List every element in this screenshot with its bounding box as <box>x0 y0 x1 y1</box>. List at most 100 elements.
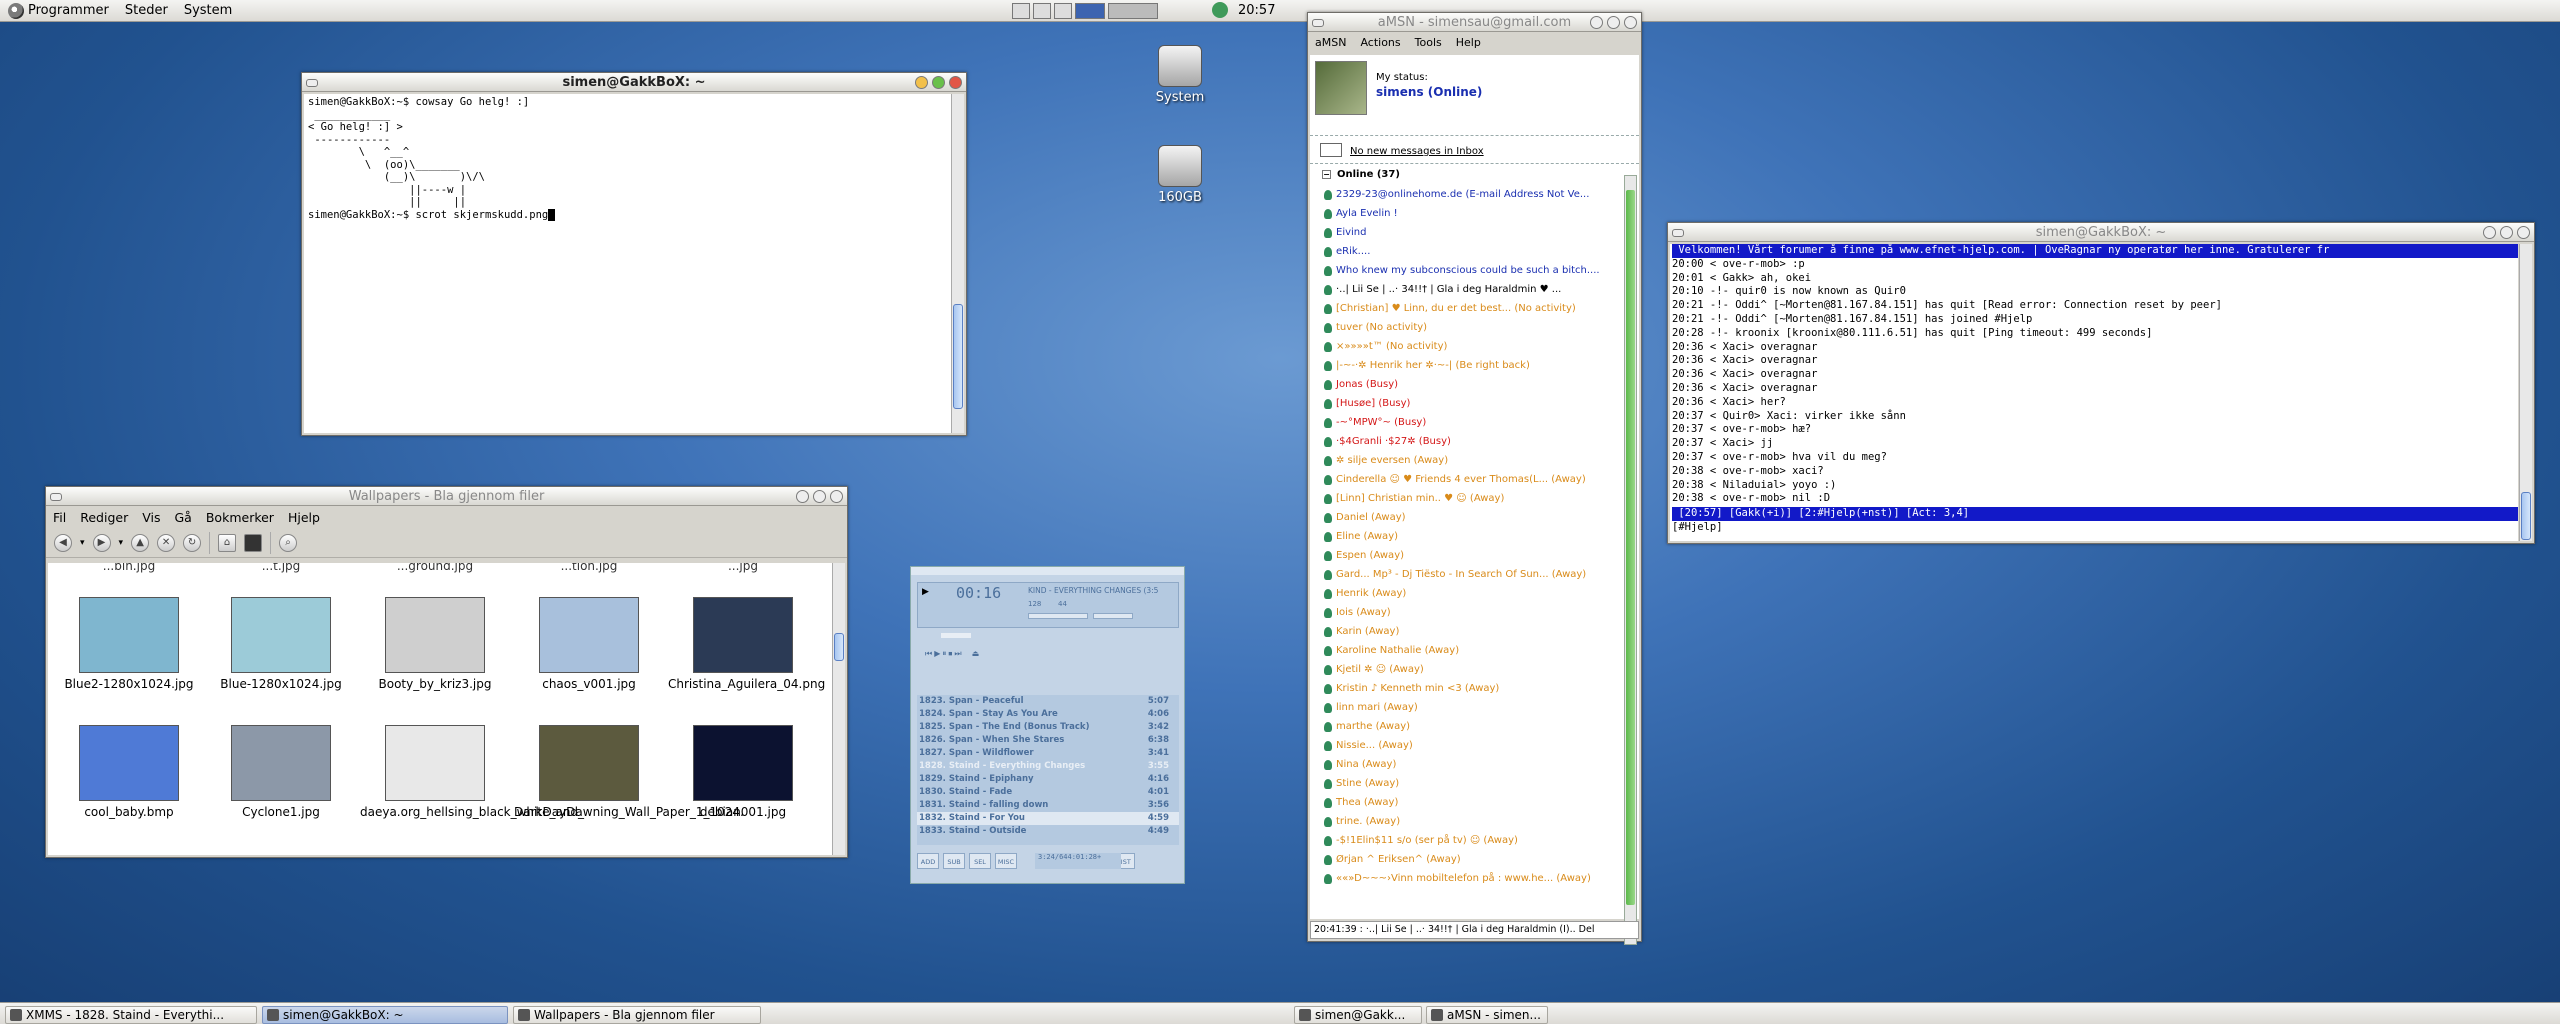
playlist-row[interactable]: 1827. Span - Wildflower 3:41 <box>917 747 1179 760</box>
contact-item[interactable]: Nissie... (Away) <box>1318 736 1624 755</box>
terminal-titlebar[interactable]: simen@GakkBoX: ~ <box>302 73 966 92</box>
seek-slider[interactable] <box>941 633 971 638</box>
playlist-row[interactable]: 1833. Staind - Outside 4:49 <box>917 825 1179 838</box>
contact-list[interactable]: 2329-23@onlinehome.de (E-mail Address No… <box>1318 185 1624 947</box>
file-view-scrollbar[interactable] <box>832 563 845 855</box>
playlist-row[interactable]: 1823. Span - Peaceful 5:07 <box>917 695 1179 708</box>
playlist-row[interactable]: 1825. Span - The End (Bonus Track) 3:42 <box>917 721 1179 734</box>
contact-item[interactable]: ✲ silje eversen (Away) <box>1318 451 1624 470</box>
window-menu-button[interactable] <box>50 493 62 501</box>
menu-bookmarks[interactable]: Bokmerker <box>199 510 281 525</box>
menu-edit[interactable]: Rediger <box>73 510 135 525</box>
contact-item[interactable]: Karoline Nathalie (Away) <box>1318 641 1624 660</box>
file-item[interactable]: Christina_Aguilera_04.png <box>668 597 825 691</box>
contact-item[interactable]: Thea (Away) <box>1318 793 1624 812</box>
contact-item[interactable]: eRik.... <box>1318 242 1624 261</box>
stop-icon[interactable]: ⏹ <box>948 649 952 659</box>
maximize-button[interactable] <box>2500 226 2513 239</box>
computer-icon[interactable] <box>244 533 263 552</box>
menu-amsn[interactable]: aMSN <box>1308 36 1353 49</box>
play-icon[interactable]: ▶ <box>934 649 940 659</box>
contact-item[interactable]: Gard... Mp³ - Dj Tiësto - In Search Of S… <box>1318 565 1624 584</box>
system-menu[interactable]: System <box>176 3 240 18</box>
scrollbar-thumb[interactable] <box>834 633 844 661</box>
playlist-sel-button[interactable]: SEL <box>969 853 991 869</box>
playlist-row[interactable]: 1826. Span - When She Stares 6:38 <box>917 734 1179 747</box>
irc-scrollbar[interactable] <box>2519 244 2532 541</box>
taskbar-button[interactable]: simen@GakkBoX: ~ <box>262 1006 508 1024</box>
file-item[interactable]: debian001.jpg <box>668 725 818 819</box>
menu-file[interactable]: Fil <box>46 510 73 525</box>
close-button[interactable] <box>830 490 843 503</box>
search-icon[interactable]: ⌕ <box>279 533 298 552</box>
contact-item[interactable]: Henrik (Away) <box>1318 584 1624 603</box>
close-button[interactable] <box>949 76 962 89</box>
terminal-scrollbar[interactable] <box>951 94 964 433</box>
scrollbar-thumb[interactable] <box>953 304 963 409</box>
up-icon[interactable]: ▲ <box>131 533 150 552</box>
contact-item[interactable]: [Linn] Christian min.. ♥ ☺ (Away) <box>1318 489 1624 508</box>
avatar[interactable] <box>1315 61 1367 115</box>
contact-item[interactable]: |-~-·✲ Henrik her ✲·~-| (Be right back) <box>1318 356 1624 375</box>
desktop-icon-system[interactable]: System <box>1145 45 1215 105</box>
menu-help[interactable]: Hjelp <box>281 510 327 525</box>
reload-icon[interactable]: ↻ <box>183 533 202 552</box>
minimize-button[interactable] <box>2483 226 2496 239</box>
playlist-row[interactable]: 1829. Staind - Epiphany 4:16 <box>917 773 1179 786</box>
window-menu-button[interactable] <box>1672 229 1684 237</box>
contact-item[interactable]: Who knew my subconscious could be such a… <box>1318 261 1624 280</box>
window-menu-button[interactable] <box>306 79 318 87</box>
contact-item[interactable]: [Husøe] (Busy) <box>1318 394 1624 413</box>
file-item[interactable]: Blue2-1280x1024.jpg <box>54 597 204 691</box>
close-button[interactable] <box>1624 16 1637 29</box>
contact-item[interactable]: Daniel (Away) <box>1318 508 1624 527</box>
pause-icon[interactable]: ⏸ <box>942 649 946 659</box>
file-icon-view[interactable]: ...bin.jpg ...t.jpg ...ground.jpg ...tion.j… <box>48 563 845 855</box>
file-item[interactable]: cool_baby.bmp <box>54 725 204 819</box>
menu-view[interactable]: Vis <box>135 510 167 525</box>
file-manager-titlebar[interactable]: Wallpapers - Bla gjennom filer <box>46 487 847 506</box>
contact-item[interactable]: ×»»»»t™ (No activity) <box>1318 337 1624 356</box>
scrollbar-thumb[interactable] <box>2521 492 2531 540</box>
contact-item[interactable]: Karin (Away) <box>1318 622 1624 641</box>
menu-help[interactable]: Help <box>1449 36 1488 49</box>
file-item[interactable]: Cyclone1.jpg <box>206 725 356 819</box>
contact-item[interactable]: Espen (Away) <box>1318 546 1624 565</box>
monitor-icon[interactable] <box>1012 3 1030 19</box>
contact-item[interactable]: Kjetil ✲ ☺ (Away) <box>1318 660 1624 679</box>
contact-item[interactable]: linn mari (Away) <box>1318 698 1624 717</box>
contact-item[interactable]: Ørjan ^ Eriksen^ (Away) <box>1318 850 1624 869</box>
workspace-switcher[interactable] <box>1108 3 1158 19</box>
contact-item[interactable]: -~°MPW°~ (Busy) <box>1318 413 1624 432</box>
contact-item[interactable]: Eivind <box>1318 223 1624 242</box>
scrollbar-thumb[interactable] <box>1626 190 1635 905</box>
desktop-icon-160gb[interactable]: 160GB <box>1145 145 1215 205</box>
taskbar-button[interactable]: simen@Gakk... <box>1294 1006 1422 1024</box>
eject-icon[interactable]: ⏏ <box>972 649 980 659</box>
home-icon[interactable]: ⌂ <box>218 533 237 552</box>
taskbar-button[interactable]: Wallpapers - Bla gjennom filer <box>513 1006 761 1024</box>
balance-slider[interactable] <box>1093 613 1133 619</box>
playlist[interactable]: 1823. Span - Peaceful 5:07 1824. Span - St… <box>917 695 1179 845</box>
terminal-output[interactable]: simen@GakkBoX:~$ cowsay Go helg! :] ____… <box>304 94 964 433</box>
irc-input-line[interactable]: [#Hjelp] <box>1672 521 2518 535</box>
maximize-button[interactable] <box>932 76 945 89</box>
volume-icon[interactable] <box>1054 3 1072 19</box>
forward-icon[interactable]: ▶ <box>92 533 111 552</box>
status-value[interactable]: simens (Online) <box>1376 85 1482 99</box>
forward-history-arrow-icon[interactable]: ▾ <box>119 538 124 548</box>
workspace-switcher-active[interactable] <box>1075 3 1105 19</box>
stop-icon[interactable]: ✕ <box>157 533 176 552</box>
group-online[interactable]: − Online (37) <box>1322 169 1400 180</box>
contact-item[interactable]: trine. (Away) <box>1318 812 1624 831</box>
contact-list-scrollbar[interactable] <box>1624 175 1637 945</box>
places-menu[interactable]: Steder <box>117 3 176 18</box>
trash-icon[interactable] <box>1033 3 1051 19</box>
playlist-row[interactable]: 1828. Staind - Everything Changes 3:55 <box>917 760 1179 773</box>
volume-slider[interactable] <box>1028 613 1088 619</box>
file-item[interactable]: chaos_v001.jpg <box>514 597 664 691</box>
contact-item[interactable]: ·$4Granli ·$27✲ (Busy) <box>1318 432 1624 451</box>
xmms-titlebar[interactable] <box>911 567 1184 575</box>
collapse-icon[interactable]: − <box>1322 170 1331 179</box>
contact-item[interactable]: ·..| Lii Se | ..· 34!!† | Gla i deg Hara… <box>1318 280 1624 299</box>
